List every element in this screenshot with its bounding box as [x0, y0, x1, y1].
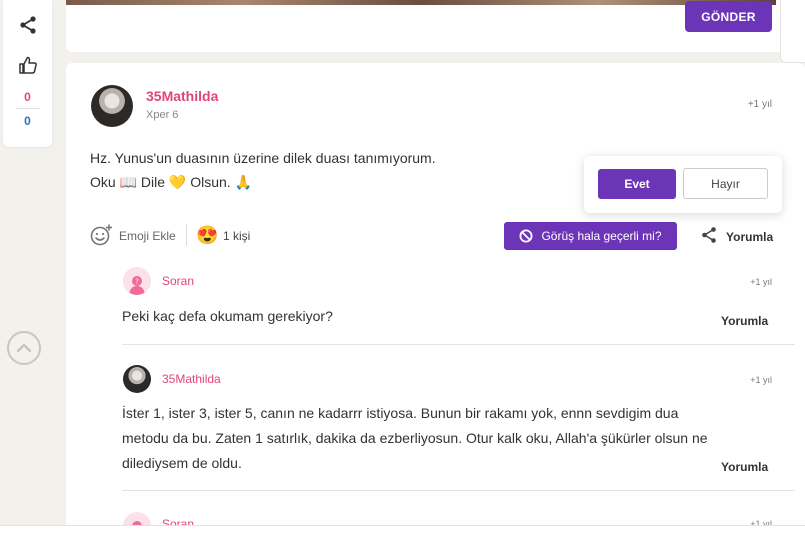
reply-author[interactable]: 35Mathilda [162, 372, 221, 386]
reaction-count[interactable]: 1 kişi [223, 229, 250, 243]
svg-text:?: ? [135, 278, 139, 286]
post-time: +1 yıl [747, 99, 772, 110]
scroll-top-button[interactable] [7, 331, 41, 365]
reply-divider [122, 344, 795, 345]
no-button[interactable]: Hayır [683, 168, 768, 199]
post-body: Hz. Yunus'un duasının üzerine dilek duas… [90, 146, 530, 194]
submit-button[interactable]: GÖNDER [685, 1, 772, 32]
reply-time: +1 yıl [750, 277, 772, 287]
ban-icon [519, 229, 533, 243]
avatar[interactable] [91, 85, 133, 127]
opinion-valid-button[interactable]: Görüş hala geçerli mi? [504, 222, 677, 250]
reply-button[interactable]: Yorumla [721, 314, 768, 328]
author-level: Xper 6 [146, 109, 179, 121]
top-image-strip [66, 0, 776, 5]
share-icon[interactable] [17, 14, 39, 36]
reply-author[interactable]: Soran [162, 274, 194, 288]
dislike-count: 0 [24, 114, 31, 128]
reaction-emoji[interactable]: 😍 [196, 225, 218, 246]
bottom-bar [0, 525, 805, 538]
thumbs-up-icon[interactable] [17, 54, 39, 76]
emoji-add-icon[interactable] [89, 223, 113, 247]
reply-line: İster 1, ister 3, ister 5, canın ne kada… [122, 405, 679, 421]
reply-line: metodu da bu. Zaten 1 satırlık, dakika d… [122, 430, 708, 446]
asker-icon: ? [129, 276, 145, 295]
share-like-widget: 0 0 [3, 0, 52, 147]
count-divider [16, 108, 40, 109]
reply-line: dilediysem de oldu. [122, 455, 242, 471]
action-divider [186, 224, 187, 246]
opinion-valid-label: Görüş hala geçerli mi? [541, 229, 662, 243]
like-count: 0 [24, 90, 31, 104]
asker-avatar: ? [123, 267, 151, 295]
author-name[interactable]: 35Mathilda [146, 88, 218, 104]
post-line: Hz. Yunus'un duasının üzerine dilek duas… [90, 150, 436, 166]
reply-button[interactable]: Yorumla [726, 230, 773, 244]
post-line: Oku 📖 Dile 💛 Olsun. 🙏 [90, 174, 252, 190]
reply-time: +1 yıl [750, 375, 772, 385]
reply-text: İster 1, ister 3, ister 5, canın ne kada… [122, 401, 762, 476]
yes-button[interactable]: Evet [598, 169, 676, 199]
reply-divider [122, 490, 795, 491]
avatar[interactable] [123, 365, 151, 393]
chevron-up-icon [16, 343, 32, 353]
reply-button[interactable]: Yorumla [721, 460, 768, 474]
share-icon[interactable] [700, 226, 718, 244]
reply-text: Peki kaç defa okumam gerekiyor? [122, 308, 333, 324]
emoji-add-label[interactable]: Emoji Ekle [119, 229, 176, 243]
right-panel-edge [780, 0, 805, 63]
